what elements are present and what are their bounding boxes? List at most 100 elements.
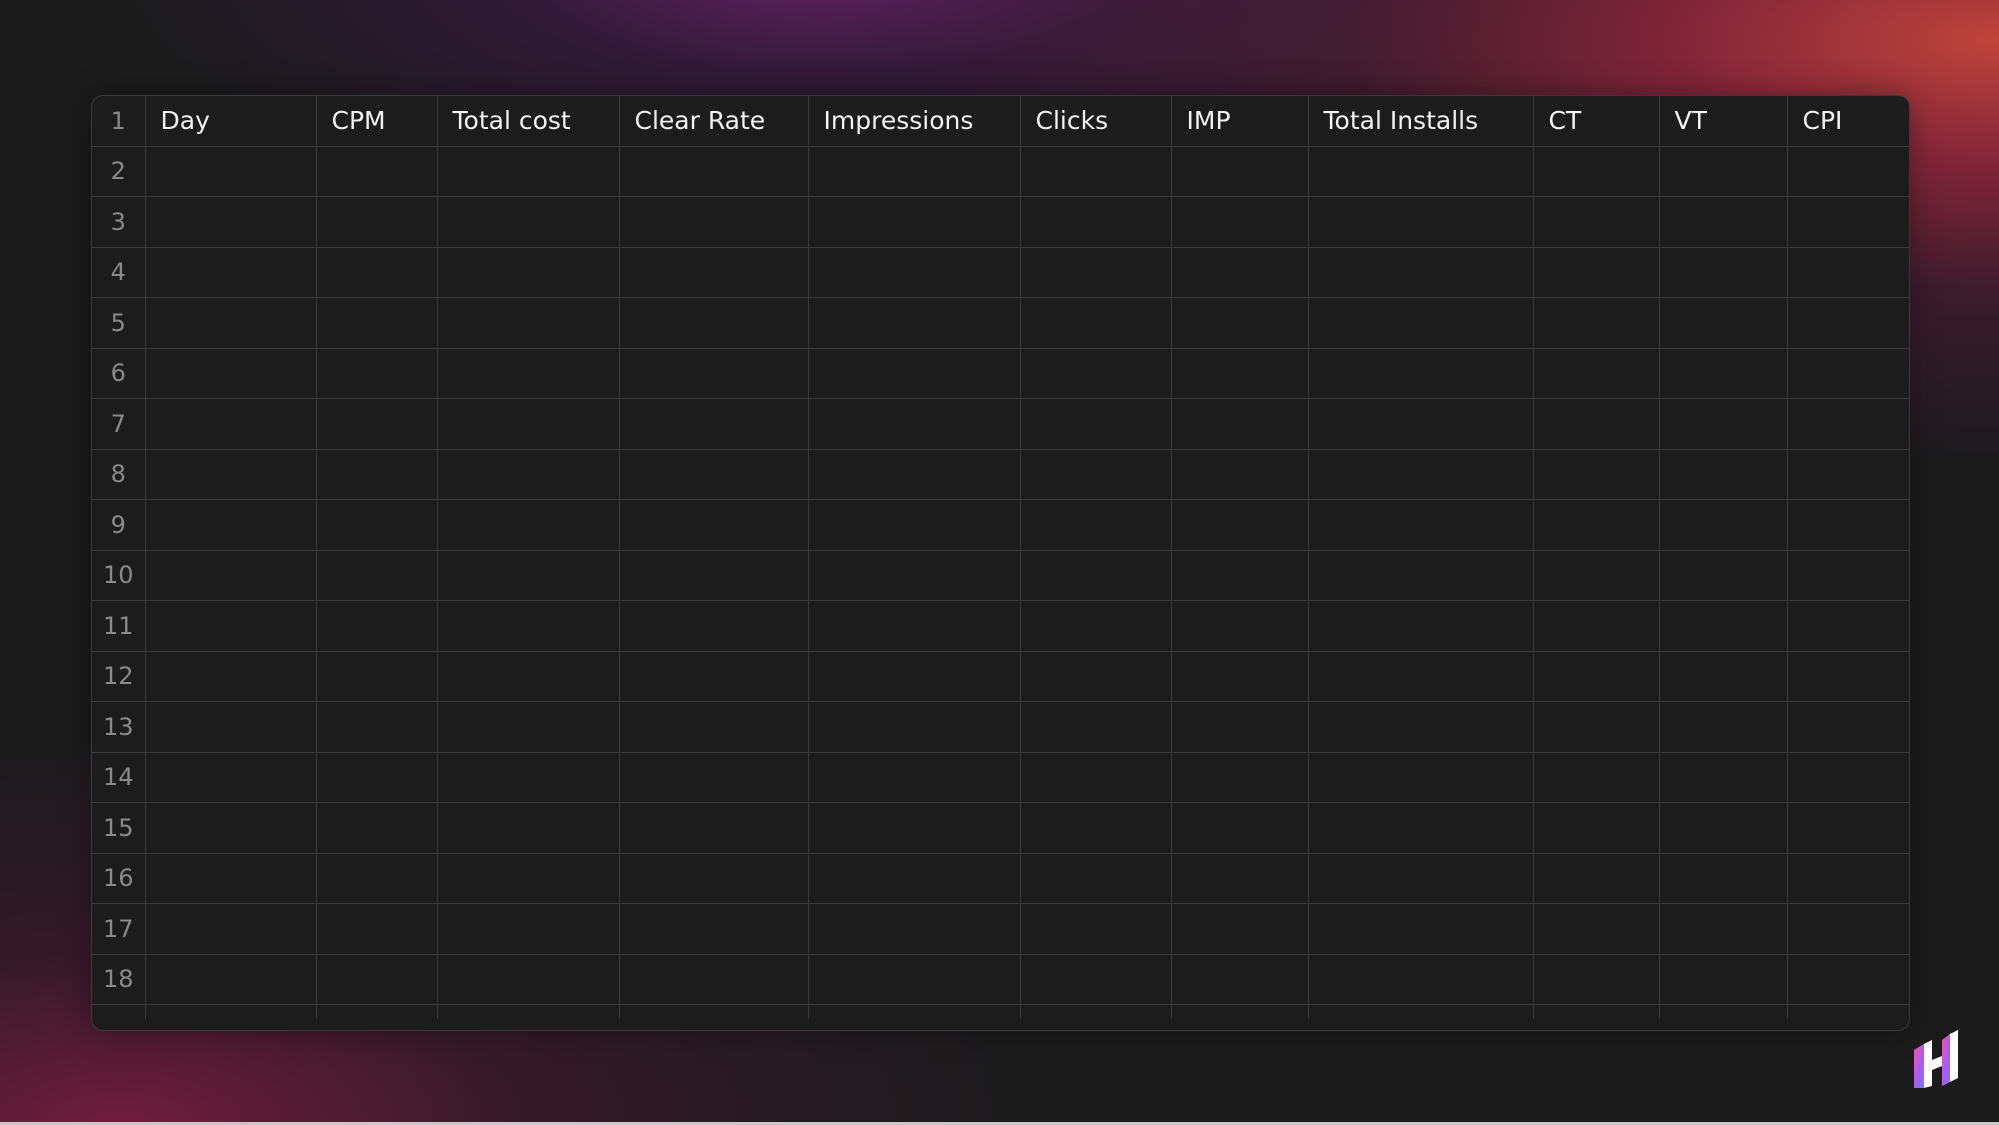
sheet-cell[interactable] [807, 903, 1021, 955]
sheet-cell[interactable] [315, 347, 438, 399]
sheet-cell[interactable] [807, 499, 1021, 551]
sheet-cell[interactable] [315, 650, 438, 702]
sheet-cell[interactable] [1532, 802, 1660, 854]
sheet-cell[interactable] [315, 145, 438, 197]
sheet-cell[interactable] [1658, 903, 1788, 955]
sheet-cell[interactable] [807, 650, 1021, 702]
sheet-cell[interactable] [1307, 398, 1534, 450]
sheet-cell[interactable] [1532, 953, 1660, 1005]
sheet-cell[interactable] [1786, 448, 1909, 500]
sheet-cell[interactable] [315, 903, 438, 955]
sheet-cell[interactable] [1170, 903, 1309, 955]
sheet-cell[interactable] [144, 196, 317, 248]
sheet-cell[interactable] [618, 499, 809, 551]
column-header[interactable]: Impressions [807, 96, 1021, 147]
sheet-cell[interactable] [144, 347, 317, 399]
column-header[interactable]: Total cost [436, 96, 620, 147]
sheet-cell[interactable] [807, 196, 1021, 248]
sheet-cell[interactable] [436, 246, 620, 298]
sheet-cell[interactable] [1532, 499, 1660, 551]
sheet-cell[interactable] [1658, 398, 1788, 450]
sheet-cell[interactable] [144, 903, 317, 955]
sheet-cell[interactable] [1786, 953, 1909, 1005]
sheet-cell[interactable] [1307, 953, 1534, 1005]
sheet-cell[interactable] [1786, 650, 1909, 702]
sheet-cell[interactable] [315, 448, 438, 500]
sheet-cell[interactable] [436, 600, 620, 652]
sheet-cell[interactable] [436, 751, 620, 803]
sheet-cell[interactable] [436, 549, 620, 601]
sheet-cell[interactable] [618, 852, 809, 904]
column-header[interactable]: CPM [315, 96, 438, 147]
sheet-cell[interactable] [1658, 802, 1788, 854]
sheet-cell[interactable] [144, 802, 317, 854]
sheet-cell[interactable] [618, 246, 809, 298]
sheet-cell[interactable] [1307, 499, 1534, 551]
sheet-cell[interactable] [1170, 398, 1309, 450]
sheet-cell[interactable] [807, 600, 1021, 652]
sheet-cell[interactable] [1170, 600, 1309, 652]
sheet-cell[interactable] [1786, 600, 1909, 652]
sheet-cell[interactable] [1307, 701, 1534, 753]
sheet-cell[interactable] [436, 499, 620, 551]
sheet-cell[interactable] [1786, 246, 1909, 298]
sheet-cell[interactable] [618, 751, 809, 803]
sheet-cell[interactable] [1786, 145, 1909, 197]
sheet-cell[interactable] [1170, 802, 1309, 854]
sheet-cell[interactable] [1658, 953, 1788, 1005]
sheet-cell[interactable] [1786, 701, 1909, 753]
sheet-cell[interactable] [144, 852, 317, 904]
sheet-cell[interactable] [144, 751, 317, 803]
sheet-cell[interactable] [315, 751, 438, 803]
sheet-cell[interactable] [436, 297, 620, 349]
sheet-cell[interactable] [1019, 903, 1172, 955]
sheet-cell[interactable] [1532, 246, 1660, 298]
sheet-cell[interactable] [1658, 852, 1788, 904]
sheet-cell[interactable] [1307, 549, 1534, 601]
sheet-cell[interactable] [1658, 650, 1788, 702]
sheet-cell[interactable] [1786, 852, 1909, 904]
sheet-cell[interactable] [144, 246, 317, 298]
sheet-cell[interactable] [618, 549, 809, 601]
sheet-cell[interactable] [807, 347, 1021, 399]
sheet-cell[interactable] [807, 802, 1021, 854]
sheet-cell[interactable] [807, 751, 1021, 803]
sheet-cell[interactable] [618, 701, 809, 753]
column-header[interactable]: Clear Rate [618, 96, 809, 147]
sheet-cell[interactable] [1307, 297, 1534, 349]
sheet-cell[interactable] [315, 549, 438, 601]
sheet-cell[interactable] [1532, 600, 1660, 652]
sheet-cell[interactable] [1307, 600, 1534, 652]
sheet-cell[interactable] [807, 953, 1021, 1005]
sheet-cell[interactable] [1307, 448, 1534, 500]
sheet-cell[interactable] [1532, 347, 1660, 399]
sheet-cell[interactable] [1307, 196, 1534, 248]
sheet-cell[interactable] [1658, 448, 1788, 500]
sheet-cell[interactable] [1170, 549, 1309, 601]
sheet-cell[interactable] [1019, 852, 1172, 904]
sheet-cell[interactable] [1019, 246, 1172, 298]
sheet-cell[interactable] [807, 297, 1021, 349]
sheet-cell[interactable] [807, 549, 1021, 601]
sheet-cell[interactable] [1786, 751, 1909, 803]
sheet-cell[interactable] [618, 903, 809, 955]
sheet-cell[interactable] [807, 852, 1021, 904]
column-header[interactable]: CT [1532, 96, 1660, 147]
sheet-cell[interactable] [1019, 600, 1172, 652]
sheet-cell[interactable] [436, 347, 620, 399]
sheet-cell[interactable] [1532, 852, 1660, 904]
sheet-cell[interactable] [1019, 347, 1172, 399]
sheet-cell[interactable] [1019, 701, 1172, 753]
sheet-cell[interactable] [1658, 499, 1788, 551]
sheet-cell[interactable] [1019, 398, 1172, 450]
sheet-cell[interactable] [436, 953, 620, 1005]
sheet-cell[interactable] [315, 499, 438, 551]
sheet-cell[interactable] [1170, 145, 1309, 197]
sheet-cell[interactable] [1532, 145, 1660, 197]
sheet-cell[interactable] [1532, 196, 1660, 248]
sheet-cell[interactable] [1170, 650, 1309, 702]
sheet-cell[interactable] [1019, 953, 1172, 1005]
column-header[interactable]: VT [1658, 96, 1788, 147]
sheet-cell[interactable] [436, 802, 620, 854]
sheet-cell[interactable] [144, 650, 317, 702]
